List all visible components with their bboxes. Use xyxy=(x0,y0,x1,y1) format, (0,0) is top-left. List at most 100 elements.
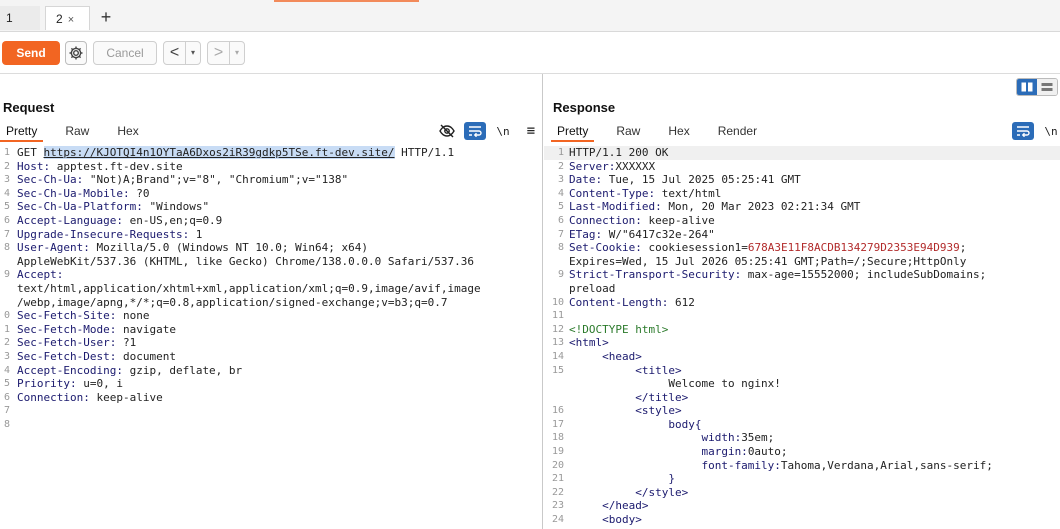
back-history-dropdown[interactable]: ▾ xyxy=(186,42,200,64)
response-tab-pretty[interactable]: Pretty xyxy=(551,122,595,142)
header-name: Sec-Fetch-User: xyxy=(17,336,117,350)
line-text: <style> xyxy=(566,404,681,418)
code-line: 7 Upgrade-Insecure-Requests: 1 xyxy=(0,228,542,242)
line-number: 16 xyxy=(551,405,564,417)
back-button[interactable]: < xyxy=(164,42,186,64)
request-tab-raw[interactable]: Raw xyxy=(59,122,95,142)
request-view-tabs: Pretty Raw Hex xyxy=(0,122,161,142)
newline-icon: \n xyxy=(496,124,510,138)
line-text xyxy=(12,418,17,432)
code-token: 35em; xyxy=(741,431,775,445)
repeater-tab-2[interactable]: 2 × xyxy=(45,6,90,30)
header-name: Content-Length: xyxy=(569,295,669,309)
code-token: Tahoma,Verdana,Arial,sans-serif; xyxy=(780,458,993,472)
add-tab-button[interactable]: + xyxy=(97,6,115,28)
code-token: Mozilla/5.0 (Windows NT 10.0; Win64; x64… xyxy=(89,241,369,255)
response-editor[interactable]: 1 HTTP/1.1 200 OK 2 Server:XXXXXX 3 Date: Tue… xyxy=(544,146,1060,529)
code-line: 23 </head> xyxy=(544,499,1060,513)
code-line: Expires=Wed, 15 Jul 2026 05:25:41 GMT;Pa… xyxy=(544,255,1060,269)
line-text: Sec-Fetch-Mode: navigate xyxy=(12,323,176,337)
line-text: Last-Modified: Mon, 20 Mar 2023 02:21:34… xyxy=(566,200,860,214)
menu-icon: ≡ xyxy=(526,123,536,139)
line-number xyxy=(0,296,12,310)
settings-button[interactable] xyxy=(65,41,87,65)
word-wrap-button[interactable] xyxy=(464,122,486,140)
code-token: AppleWebKit/537.36 (KHTML, like Gecko) C… xyxy=(17,254,474,268)
layout-split-button[interactable] xyxy=(1017,79,1037,95)
request-tab-hex[interactable]: Hex xyxy=(111,122,144,142)
header-name: Accept-Language: xyxy=(17,213,123,227)
line-number: 14 xyxy=(551,350,564,362)
send-button[interactable]: Send xyxy=(2,41,60,65)
code-line: 8 xyxy=(0,418,542,432)
line-number xyxy=(0,255,12,269)
code-token: 612 xyxy=(668,295,695,309)
code-token: </style> xyxy=(569,485,689,499)
response-view-tabs: Pretty Raw Hex Render xyxy=(551,122,779,142)
line-number: 9 xyxy=(3,269,10,281)
code-token: Welcome to nginx! xyxy=(569,377,781,391)
line-number: 4 xyxy=(3,364,10,376)
code-line: 1 HTTP/1.1 200 OK xyxy=(544,146,1060,160)
layout-stack-button[interactable] xyxy=(1037,79,1057,95)
response-tab-raw[interactable]: Raw xyxy=(610,122,646,142)
request-tools: \n ≡ xyxy=(430,122,542,140)
header-name: Date: xyxy=(569,173,603,187)
line-text: Welcome to nginx! xyxy=(566,377,781,391)
line-text: <html> xyxy=(566,336,609,350)
newline-toggle-button[interactable]: \n xyxy=(492,122,514,140)
header-name: Strict-Transport-Security: xyxy=(569,268,742,282)
code-line: 17 body{ xyxy=(544,418,1060,432)
gear-icon xyxy=(69,46,83,60)
code-line: 7 xyxy=(0,404,542,418)
code-line: 21 } xyxy=(544,472,1060,486)
line-number xyxy=(544,377,566,391)
code-line: 9 Accept: xyxy=(0,268,542,282)
response-tab-render[interactable]: Render xyxy=(712,122,763,142)
request-tab-pretty[interactable]: Pretty xyxy=(0,122,44,142)
header-name: Accept-Encoding: xyxy=(17,363,123,377)
code-line: 7 ETag: W/"6417c32e-264" xyxy=(544,228,1060,242)
response-word-wrap-button[interactable] xyxy=(1012,122,1034,140)
close-tab-icon[interactable]: × xyxy=(68,14,74,26)
code-line: 3 Sec-Ch-Ua: "Not)A;Brand";v="8", "Chromi… xyxy=(0,173,542,187)
line-text: GET https://KJOTQI4n1OYTaA6Dxos2iR39gdkp… xyxy=(12,146,454,160)
response-tab-hex[interactable]: Hex xyxy=(662,122,695,142)
line-text: Accept: xyxy=(12,268,63,282)
request-editor[interactable]: 1 GET https://KJOTQI4n1OYTaA6Dxos2iR39gdk… xyxy=(0,146,542,529)
line-number: 11 xyxy=(551,310,564,322)
code-line: 22 </style> xyxy=(544,486,1060,500)
code-token: cookiesession1= xyxy=(641,241,748,255)
selected-url: https://KJOTQI4n1OYTaA6Dxos2iR39gdkp5TSe… xyxy=(43,146,395,159)
code-line: 12 <!DOCTYPE html> xyxy=(544,323,1060,337)
line-number: 4 xyxy=(3,187,10,199)
code-token: <html> xyxy=(569,336,609,350)
line-number: 8 xyxy=(3,418,10,430)
code-token: ?0 xyxy=(129,186,150,200)
request-menu-button[interactable]: ≡ xyxy=(520,122,542,140)
forward-button[interactable]: > xyxy=(208,42,230,64)
repeater-tab-1[interactable]: 1 xyxy=(0,6,40,30)
line-text: Host: apptest.ft-dev.site xyxy=(12,160,183,174)
response-newline-toggle-button[interactable]: \n xyxy=(1040,122,1060,140)
cancel-button[interactable]: Cancel xyxy=(93,41,157,65)
line-number: 19 xyxy=(551,446,564,458)
line-text: Accept-Language: en-US,en;q=0.9 xyxy=(12,214,222,228)
line-number: 9 xyxy=(557,269,564,281)
header-name: Connection: xyxy=(17,390,90,404)
code-token: "Not)A;Brand";v="8", "Chromium";v="138" xyxy=(83,173,349,187)
line-number: 7 xyxy=(3,405,10,417)
code-line: 8 User-Agent: Mozilla/5.0 (Windows NT 10.… xyxy=(0,241,542,255)
code-token: "Windows" xyxy=(142,200,210,214)
line-number: 13 xyxy=(551,337,564,349)
line-text: <title> xyxy=(566,364,681,378)
code-token: en-US,en;q=0.9 xyxy=(122,213,223,227)
header-name: Sec-Ch-Ua: xyxy=(17,173,84,187)
code-token: width: xyxy=(569,431,742,445)
line-text: HTTP/1.1 200 OK xyxy=(566,146,668,160)
line-number: 2 xyxy=(557,160,564,172)
code-token: <head> xyxy=(569,349,642,363)
forward-history-dropdown[interactable]: ▾ xyxy=(230,42,244,64)
line-text: Server:XXXXXX xyxy=(566,160,655,174)
hide-nonprintable-button[interactable] xyxy=(436,122,458,140)
